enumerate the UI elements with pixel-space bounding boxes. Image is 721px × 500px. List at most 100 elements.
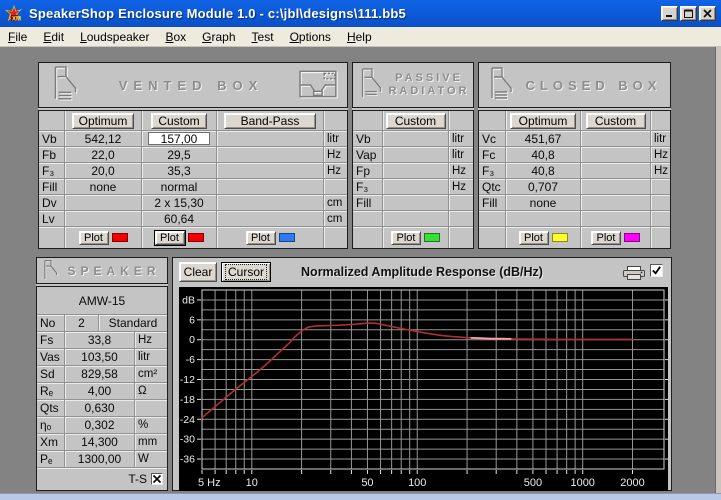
vented-optimum-button[interactable]: Optimum (72, 112, 134, 129)
svg-text:-12: -12 (180, 374, 195, 386)
closed-box-panel: CLOSED BOX Optimum Custom Vc 451,67 litr Fc 40… (478, 62, 671, 249)
plot-cell: Plot (217, 227, 324, 248)
minimize-button[interactable] (661, 6, 678, 21)
value-cell (581, 211, 651, 227)
value-cell (581, 179, 651, 195)
value-cell: 40,8 (506, 163, 581, 179)
empty-cell (353, 227, 383, 248)
svg-text:1000: 1000 (570, 477, 594, 489)
menu-bar: File Edit Loudspeaker Box Graph Test Options He… (0, 27, 721, 47)
vented-plot-button-0[interactable]: Plot (78, 230, 109, 245)
unit-cell: cm² (135, 366, 167, 383)
closed-row-label: Qtc (479, 179, 506, 195)
unit-cell: % (135, 417, 167, 434)
vented-plot-button-2[interactable]: Plot (245, 230, 276, 245)
speaker-row-label: Qts (37, 400, 65, 417)
value-cell: 0,302 (65, 417, 135, 434)
series-overlap-highlight (470, 337, 512, 340)
chart-enabled-checkbox[interactable] (650, 264, 663, 277)
value-cell (383, 195, 449, 211)
svg-text:XM: XM (12, 16, 21, 22)
close-icon (703, 9, 712, 18)
value-cell: 157,00 (142, 131, 217, 147)
vented-enclosure-icon (299, 70, 338, 99)
passive-radiator-table: Custom Vb litr Vap litr Fp Hz F₃ Hz Fill Plot (352, 110, 474, 249)
clear-button[interactable]: Clear (179, 262, 217, 282)
menu-test[interactable]: Test (244, 28, 282, 46)
speaker-row-label: Fs (37, 332, 65, 349)
svg-text:10: 10 (246, 477, 258, 489)
menu-help[interactable]: Help (339, 28, 380, 46)
desktop-strip (0, 493, 721, 500)
menu-loudspeaker[interactable]: Loudspeaker (72, 28, 157, 46)
cursor-button[interactable]: Cursor (221, 262, 272, 282)
unit-cell: litr (449, 147, 473, 163)
svg-text:2000: 2000 (620, 477, 644, 489)
minimize-icon (666, 15, 672, 17)
passive-radiator-title: PASSIVE RADIATOR (388, 72, 470, 97)
svg-text:50: 50 (361, 477, 373, 489)
close-button[interactable] (699, 6, 716, 21)
maximize-button[interactable] (680, 6, 697, 21)
unit-cell: Hz (324, 163, 347, 179)
passive-radiator-panel: PASSIVE RADIATOR Custom Vb litr Vap litr Fp Hz… (352, 62, 474, 249)
svg-text:0: 0 (189, 334, 195, 346)
passive-custom-button[interactable]: Custom (385, 112, 446, 129)
menu-options[interactable]: Options (282, 28, 339, 46)
menu-box[interactable]: Box (157, 28, 194, 46)
plot-cell: Plot (142, 227, 217, 248)
empty-cell (39, 227, 65, 248)
menu-edit[interactable]: Edit (35, 28, 72, 46)
vented-edit-field[interactable]: 157,00 (148, 132, 210, 146)
vented-row-label: Vb (39, 131, 65, 147)
closed-box-title: CLOSED BOX (525, 77, 662, 93)
window-title: SpeakerShop Enclosure Module 1.0 - c:\jb… (29, 6, 406, 21)
closed-custom-button[interactable]: Custom (585, 112, 646, 129)
value-cell (217, 147, 324, 163)
check-icon (652, 266, 661, 275)
value-cell (383, 163, 449, 179)
plot-cell: Plot (383, 227, 449, 248)
vented-custom-button[interactable]: Custom (151, 112, 207, 129)
app-icon: XM (5, 4, 22, 22)
svg-text:500: 500 (524, 477, 542, 489)
closed-plot-button-0[interactable]: Plot (518, 230, 549, 245)
svg-text:-24: -24 (180, 414, 195, 426)
corner-cell (39, 111, 65, 131)
ts-row: T-S (37, 468, 167, 490)
vented-row-label: Fill (39, 179, 65, 195)
unit-cell: litr (135, 349, 167, 366)
menu-graph[interactable]: Graph (194, 28, 243, 46)
closed-plot-button-1[interactable]: Plot (591, 230, 621, 245)
speaker-driver-icon (54, 66, 78, 101)
vented-row-label: F₃ (39, 163, 65, 179)
value-cell: normal (142, 179, 217, 195)
value-cell: 40,8 (506, 147, 581, 163)
unit-cell: litr (651, 131, 670, 147)
value-cell: 103,50 (65, 349, 135, 366)
menu-file[interactable]: File (0, 28, 35, 46)
speaker-row-label: Pₑ (37, 451, 65, 468)
passive-row-label: Vb (353, 131, 383, 147)
unit-cell (135, 400, 167, 417)
title-bar[interactable]: XM SpeakerShop Enclosure Module 1.0 - c:… (0, 0, 721, 27)
speaker-driver-icon (491, 67, 513, 100)
value-cell: 29,5 (142, 147, 217, 163)
closed-optimum-button[interactable]: Optimum (510, 112, 576, 129)
value-cell: 14,300 (65, 434, 135, 451)
passive-plot-button-0[interactable]: Plot (391, 230, 421, 245)
printer-icon[interactable] (623, 266, 645, 280)
passive-radiator-header: PASSIVE RADIATOR (352, 62, 474, 108)
svg-text:dB: dB (182, 294, 195, 306)
unit-cell: W (135, 451, 167, 468)
plot-color-chip (111, 233, 128, 242)
value-cell (217, 211, 324, 227)
speaker-model: AMW-15 (37, 287, 167, 315)
ts-checkbox[interactable] (151, 473, 163, 485)
svg-text:-36: -36 (180, 454, 195, 466)
plot-color-chip (278, 233, 295, 242)
vented-plot-button-1[interactable]: Plot (153, 229, 186, 246)
vented-band-pass-button[interactable]: Band-Pass (224, 112, 316, 129)
plot-color-chip (551, 233, 568, 242)
speaker-table: AMW-15 No 2 Standard Fs 33,8 Hz Vas 103,50 litr Sd… (36, 286, 168, 491)
